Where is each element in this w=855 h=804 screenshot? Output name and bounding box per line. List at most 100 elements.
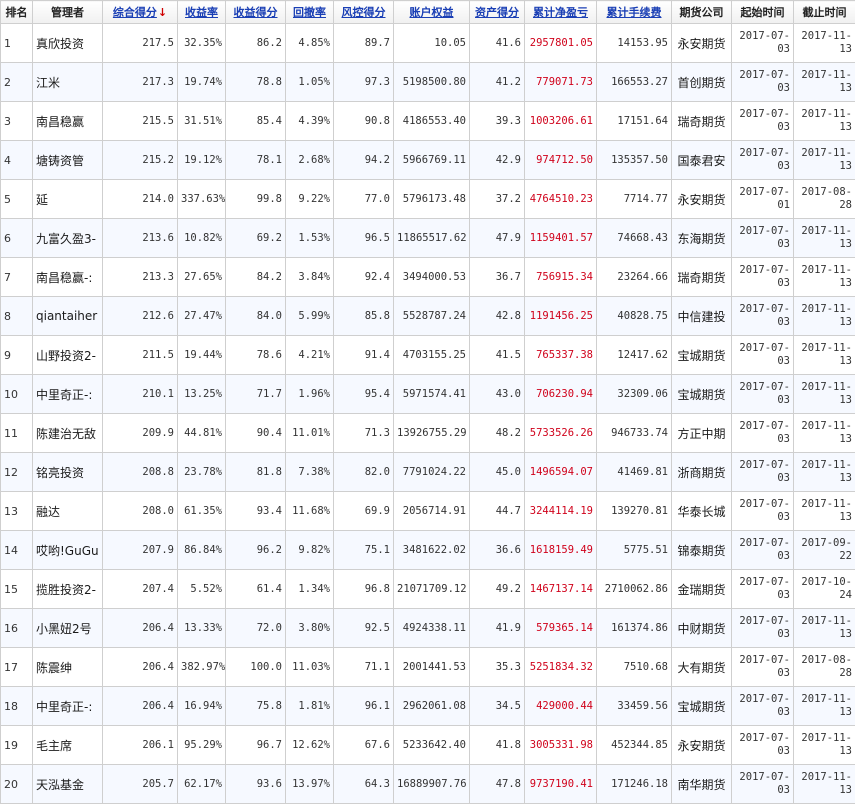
cell-end-time: 2017-11-13 [794,63,855,102]
header-fees[interactable]: 累计手续费 [597,1,672,24]
cell-manager[interactable]: 中里奇正-: [33,375,103,414]
cell-manager[interactable]: 真欣投资 [33,24,103,63]
cell-risk-score: 92.4 [334,258,394,297]
header-return-rate[interactable]: 收益率 [178,1,226,24]
cell-drawdown: 3.84% [286,258,334,297]
cell-manager[interactable]: 江米 [33,63,103,102]
cell-drawdown: 5.99% [286,297,334,336]
cell-composite-score: 207.9 [103,531,178,570]
cell-end-time: 2017-08-28 [794,648,855,687]
cell-manager[interactable]: 延 [33,180,103,219]
header-company: 期货公司 [672,1,732,24]
cell-risk-score: 71.1 [334,648,394,687]
cell-end-time: 2017-11-13 [794,102,855,141]
cell-asset-score: 36.6 [470,531,525,570]
cell-equity: 2001441.53 [394,648,470,687]
cell-rank: 10 [1,375,33,414]
cell-manager[interactable]: 南昌稳赢 [33,102,103,141]
cell-rank: 1 [1,24,33,63]
table-row: 17陈震绅206.4382.97%100.011.03%71.12001441.… [1,648,855,687]
cell-composite-score: 213.6 [103,219,178,258]
cell-rank: 4 [1,141,33,180]
header-asset-score[interactable]: 资产得分 [470,1,525,24]
cell-return-rate: 382.97% [178,648,226,687]
sort-desc-icon: ↓ [158,6,167,19]
cell-manager[interactable]: 陈震绅 [33,648,103,687]
cell-company: 金瑞期货 [672,570,732,609]
table-row: 2江米217.319.74%78.81.05%97.35198500.8041.… [1,63,855,102]
cell-manager[interactable]: 中里奇正-: [33,687,103,726]
cell-start-time: 2017-07-03 [732,24,794,63]
cell-manager[interactable]: 陈建治无敌 [33,414,103,453]
header-equity[interactable]: 账户权益 [394,1,470,24]
cell-composite-score: 209.9 [103,414,178,453]
header-composite-score[interactable]: 综合得分↓ [103,1,178,24]
cell-composite-score: 215.2 [103,141,178,180]
header-net-pnl[interactable]: 累计净盈亏 [525,1,597,24]
header-start-time: 起始时间 [732,1,794,24]
cell-equity: 10.05 [394,24,470,63]
cell-fees: 171246.18 [597,765,672,804]
cell-drawdown: 12.62% [286,726,334,765]
header-risk-score[interactable]: 风控得分 [334,1,394,24]
header-return-score[interactable]: 收益得分 [226,1,286,24]
cell-return-score: 61.4 [226,570,286,609]
cell-manager[interactable]: 山野投资2- [33,336,103,375]
cell-rank: 8 [1,297,33,336]
cell-manager[interactable]: 天泓基金 [33,765,103,804]
cell-end-time: 2017-11-13 [794,297,855,336]
cell-return-rate: 16.94% [178,687,226,726]
cell-manager[interactable]: 九富久盈3- [33,219,103,258]
cell-asset-score: 35.3 [470,648,525,687]
cell-end-time: 2017-11-13 [794,24,855,63]
cell-net-pnl: 1496594.07 [525,453,597,492]
cell-company: 方正中期 [672,414,732,453]
cell-net-pnl: 1191456.25 [525,297,597,336]
cell-company: 浙商期货 [672,453,732,492]
cell-risk-score: 85.8 [334,297,394,336]
cell-net-pnl: 974712.50 [525,141,597,180]
cell-company: 华泰长城 [672,492,732,531]
cell-manager[interactable]: 哎哟!GuGu [33,531,103,570]
cell-fees: 7510.68 [597,648,672,687]
cell-return-rate: 23.78% [178,453,226,492]
cell-return-score: 93.4 [226,492,286,531]
cell-return-rate: 61.35% [178,492,226,531]
header-manager: 管理者 [33,1,103,24]
cell-manager[interactable]: 塘铸资管 [33,141,103,180]
ranking-table: 排名 管理者 综合得分↓ 收益率 收益得分 回撤率 风控得分 账户权益 资产得分… [0,0,855,804]
cell-composite-score: 206.4 [103,609,178,648]
cell-manager[interactable]: 小黑妞2号 [33,609,103,648]
cell-composite-score: 217.5 [103,24,178,63]
cell-composite-score: 206.4 [103,687,178,726]
cell-equity: 5198500.80 [394,63,470,102]
table-row: 3南昌稳赢215.531.51%85.44.39%90.84186553.403… [1,102,855,141]
cell-equity: 13926755.29 [394,414,470,453]
cell-manager[interactable]: 南昌稳赢-: [33,258,103,297]
cell-return-score: 72.0 [226,609,286,648]
header-drawdown[interactable]: 回撤率 [286,1,334,24]
cell-manager[interactable]: 揽胜投资2- [33,570,103,609]
cell-asset-score: 49.2 [470,570,525,609]
cell-manager[interactable]: 铭亮投资 [33,453,103,492]
cell-manager[interactable]: 毛主席 [33,726,103,765]
cell-start-time: 2017-07-03 [732,375,794,414]
cell-drawdown: 4.85% [286,24,334,63]
cell-return-score: 93.6 [226,765,286,804]
cell-rank: 19 [1,726,33,765]
cell-drawdown: 1.05% [286,63,334,102]
cell-risk-score: 97.3 [334,63,394,102]
cell-drawdown: 1.81% [286,687,334,726]
cell-return-rate: 32.35% [178,24,226,63]
cell-fees: 33459.56 [597,687,672,726]
table-row: 15揽胜投资2-207.45.52%61.41.34%96.821071709.… [1,570,855,609]
cell-return-score: 96.2 [226,531,286,570]
cell-start-time: 2017-07-03 [732,414,794,453]
cell-manager[interactable]: qiantaiher [33,297,103,336]
table-row: 16小黑妞2号206.413.33%72.03.80%92.54924338.1… [1,609,855,648]
cell-fees: 5775.51 [597,531,672,570]
cell-manager[interactable]: 融达 [33,492,103,531]
cell-drawdown: 11.01% [286,414,334,453]
cell-start-time: 2017-07-03 [732,219,794,258]
cell-company: 宝城期货 [672,375,732,414]
